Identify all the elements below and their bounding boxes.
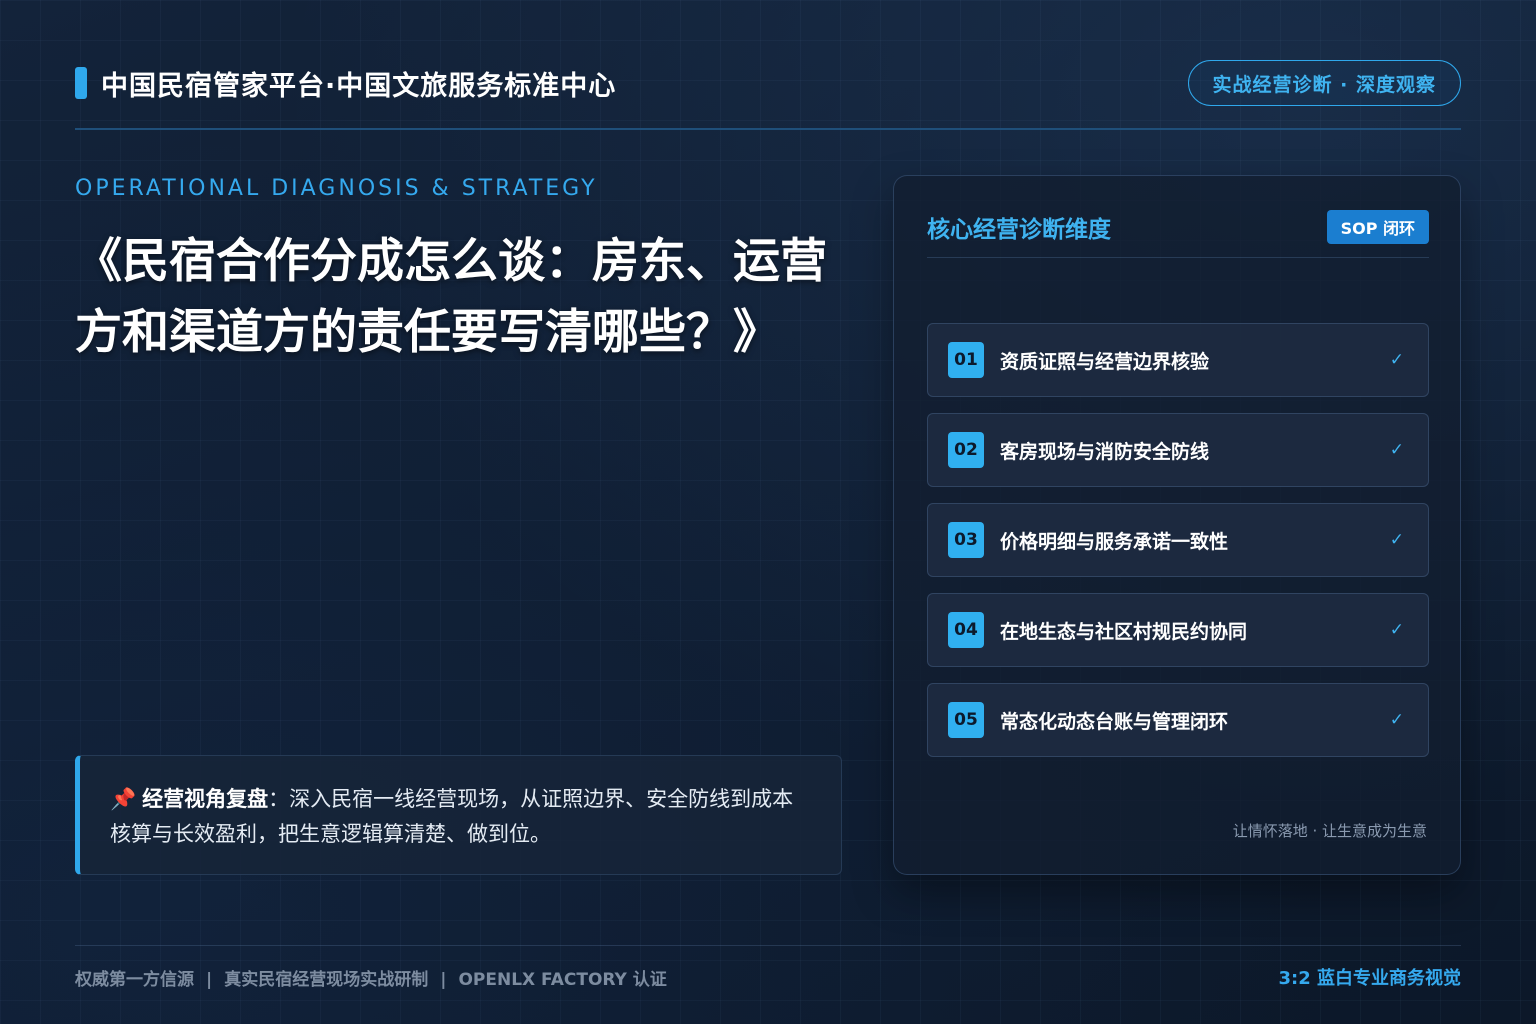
brand-title: 中国民宿管家平台·中国文旅服务标准中心 xyxy=(101,70,617,102)
item-number: 01 xyxy=(948,342,984,378)
list-item: 02 客房现场与消防安全防线 ✓ xyxy=(927,413,1429,487)
sop-badge: SOP 闭环 xyxy=(1326,210,1429,244)
footer-credit-3: OPENLX FACTORY 认证 xyxy=(458,969,667,990)
page-title: 《民宿合作分成怎么谈：房东、运营方和渠道方的责任要写清哪些？》 xyxy=(75,234,827,360)
header-divider xyxy=(75,128,1461,130)
check-icon: ✓ xyxy=(1389,440,1404,460)
check-icon: ✓ xyxy=(1389,530,1404,550)
pushpin-icon: 📌 xyxy=(110,787,137,811)
item-label: 价格明细与服务承诺一致性 xyxy=(1000,530,1229,553)
list-item: 04 在地生态与社区村规民约协同 ✓ xyxy=(927,593,1429,667)
diagnosis-panel: 核心经营诊断维度 SOP 闭环 01 资质证照与经营边界核验 ✓ 02 客房现场… xyxy=(893,175,1461,875)
list-item: 05 常态化动态台账与管理闭环 ✓ xyxy=(927,683,1429,757)
footer-credit-1: 权威第一方信源 xyxy=(75,969,194,990)
note-lead: 经营视角复盘 xyxy=(142,787,269,811)
footer-credit-2: 真实民宿经营现场实战研制 xyxy=(224,969,429,990)
footer-divider xyxy=(75,945,1461,946)
item-number: 05 xyxy=(948,702,984,738)
panel-title: 核心经营诊断维度 xyxy=(927,217,1111,243)
footer-format-label: 3:2 蓝白专业商务视觉 xyxy=(1278,968,1461,989)
header: 中国民宿管家平台·中国文旅服务标准中心 实战经营诊断 · 深度观察 xyxy=(75,60,1461,106)
list-item: 03 价格明细与服务承诺一致性 ✓ xyxy=(927,503,1429,577)
item-label: 在地生态与社区村规民约协同 xyxy=(1000,620,1248,643)
item-label: 客房现场与消防安全防线 xyxy=(1000,440,1210,463)
panel-slogan: 让情怀落地 · 让生意成为生意 xyxy=(1232,822,1427,840)
item-label: 资质证照与经营边界核验 xyxy=(1000,350,1210,373)
check-icon: ✓ xyxy=(1389,710,1404,730)
footer-credits: 权威第一方信源 | 真实民宿经营现场实战研制 | OPENLX FACTORY 认证 xyxy=(75,965,667,990)
item-number: 04 xyxy=(948,612,984,648)
item-label: 常态化动态台账与管理闭环 xyxy=(1000,710,1229,733)
footer-separator: | xyxy=(206,969,213,990)
check-icon: ✓ xyxy=(1389,620,1404,640)
check-icon: ✓ xyxy=(1389,350,1404,370)
eyebrow-text: OPERATIONAL DIAGNOSIS & STRATEGY xyxy=(75,176,598,201)
review-note-card: 📌 经营视角复盘：深入民宿一线经营现场，从证照边界、安全防线到成本核算与长效盈利，… xyxy=(75,755,842,875)
footer: 权威第一方信源 | 真实民宿经营现场实战研制 | OPENLX FACTORY 认证 3… xyxy=(75,964,1461,990)
footer-separator: | xyxy=(440,969,447,990)
item-number: 02 xyxy=(948,432,984,468)
dimension-list: 01 资质证照与经营边界核验 ✓ 02 客房现场与消防安全防线 ✓ 03 价格明… xyxy=(927,323,1429,773)
header-tag-pill: 实战经营诊断 · 深度观察 xyxy=(1187,60,1461,106)
list-item: 01 资质证照与经营边界核验 ✓ xyxy=(927,323,1429,397)
panel-header: 核心经营诊断维度 SOP 闭环 xyxy=(927,208,1429,258)
brand-accent-bar xyxy=(75,67,87,99)
brand: 中国民宿管家平台·中国文旅服务标准中心 xyxy=(75,64,616,103)
item-number: 03 xyxy=(948,522,984,558)
